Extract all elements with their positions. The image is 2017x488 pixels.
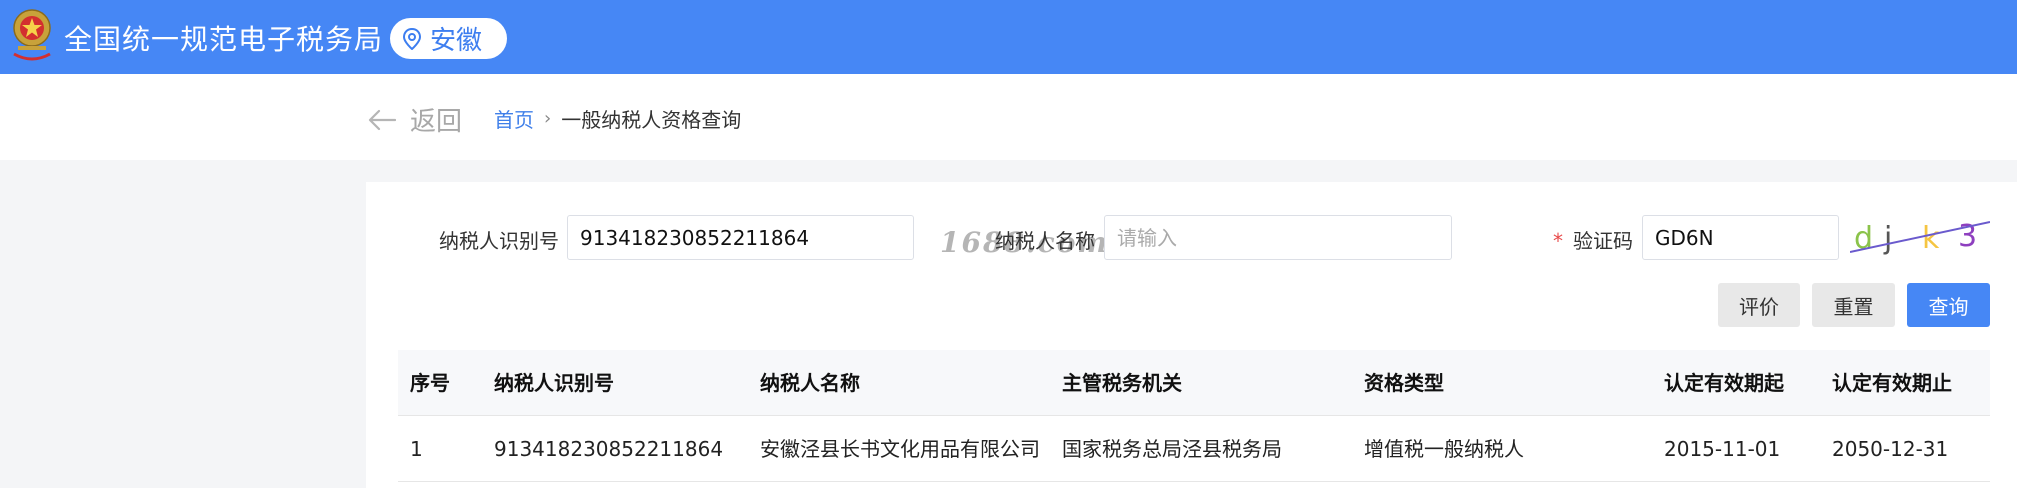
location-pin-icon [402,27,422,50]
column-header: 主管税务机关 [1062,371,1182,395]
breadcrumb-home-link[interactable]: 首页 [494,104,534,133]
taxpayer-id-input[interactable] [567,215,914,260]
column-header: 认定有效期止 [1832,371,1952,395]
captcha-label: 验证码 [1573,229,1633,253]
table-cell: 2050-12-31 [1832,437,1949,461]
taxpayer-name-label: 纳税人名称 [995,229,1095,253]
arrow-left-icon [368,109,396,130]
region-name: 安徽 [430,26,483,56]
column-header: 纳税人名称 [760,371,860,395]
captcha-char: j [1883,221,1892,256]
evaluate-button[interactable]: 评价 [1718,283,1800,327]
region-selector[interactable]: 安徽 [390,18,507,59]
nav-bar: 返回 首页 › 一般纳税人资格查询 [0,74,2017,160]
back-button[interactable]: 返回 [368,101,462,138]
reset-button[interactable]: 重置 [1812,283,1895,327]
breadcrumb: 首页 › 一般纳税人资格查询 [494,104,741,133]
top-header: 全国统一规范电子税务局 安徽 [0,0,2017,74]
site-title[interactable]: 全国统一规范电子税务局 [64,18,383,58]
required-mark: * [1553,229,1563,253]
taxpayer-id-label: 纳税人识别号 [439,229,559,253]
column-header: 纳税人识别号 [494,371,614,395]
table-cell: 913418230852211864 [494,437,724,461]
column-header: 资格类型 [1364,371,1444,395]
table-cell: 增值税一般纳税人 [1364,437,1524,461]
table-header: 序号 纳税人识别号 纳税人名称 主管税务机关 资格类型 认定有效期起 认定有效期… [398,350,1990,416]
captcha-label-group: * 验证码 [1553,225,1633,254]
taxpayer-name-input[interactable] [1104,215,1452,260]
captcha-image[interactable]: d j k 3 [1850,216,1990,258]
back-label: 返回 [410,107,463,137]
table-cell: 国家税务总局泾县税务局 [1062,437,1282,461]
query-button[interactable]: 查询 [1907,283,1990,327]
column-header: 认定有效期起 [1664,371,1784,395]
captcha-char: 3 [1958,219,1977,254]
captcha-input[interactable] [1642,215,1839,260]
table-row[interactable]: 1 913418230852211864 安徽泾县长书文化用品有限公司 国家税务… [398,416,1990,482]
table-cell: 安徽泾县长书文化用品有限公司 [760,437,1040,461]
breadcrumb-separator: › [544,108,552,129]
captcha-char: k [1922,221,1940,256]
national-emblem-icon [13,9,51,61]
breadcrumb-current: 一般纳税人资格查询 [561,108,742,132]
table-cell: 1 [410,437,423,461]
column-header: 序号 [410,371,450,395]
table-cell: 2015-11-01 [1664,437,1781,461]
